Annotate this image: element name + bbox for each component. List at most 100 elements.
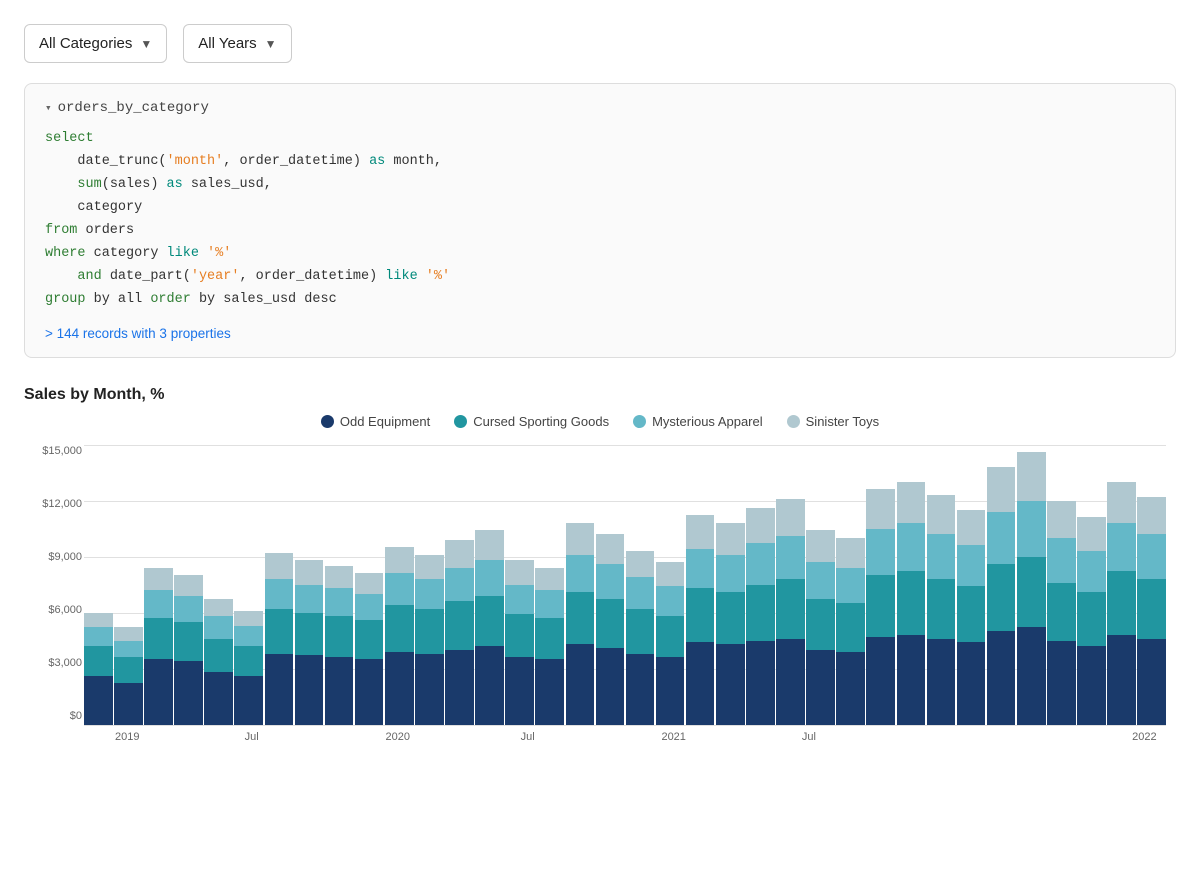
bar-stack <box>1137 445 1166 725</box>
bar-stack <box>84 445 113 725</box>
y-axis-label: $15,000 <box>24 445 82 457</box>
bar-group <box>204 445 233 725</box>
bar-group <box>987 445 1016 725</box>
legend-dot <box>633 415 646 428</box>
bar-group <box>566 445 595 725</box>
bar-segment <box>295 585 324 613</box>
bar-segment <box>174 596 203 622</box>
legend-label: Sinister Toys <box>806 414 879 429</box>
bar-stack <box>987 445 1016 725</box>
bar-segment <box>1137 497 1166 534</box>
legend-item: Cursed Sporting Goods <box>454 414 609 429</box>
bar-segment <box>144 590 173 618</box>
bar-segment <box>716 592 745 644</box>
bar-stack <box>234 445 263 725</box>
bar-stack <box>957 445 986 725</box>
bar-group <box>957 445 986 725</box>
bar-segment <box>84 646 113 676</box>
bar-group <box>445 445 474 725</box>
bar-segment <box>234 676 263 725</box>
bar-segment <box>866 489 895 528</box>
bar-group <box>686 445 715 725</box>
bar-segment <box>114 627 143 640</box>
bar-group <box>174 445 203 725</box>
bar-segment <box>265 553 294 579</box>
bar-segment <box>746 508 775 543</box>
years-filter[interactable]: All Years ▼ <box>183 24 291 63</box>
bar-segment <box>626 609 655 654</box>
legend-item: Sinister Toys <box>787 414 879 429</box>
x-axis-label: Jul <box>521 731 535 743</box>
bar-stack <box>1047 445 1076 725</box>
bar-stack <box>385 445 414 725</box>
bar-segment <box>897 635 926 725</box>
legend-dot <box>454 415 467 428</box>
bar-segment <box>385 573 414 605</box>
categories-chevron-icon: ▼ <box>140 37 152 51</box>
bar-segment <box>1077 646 1106 724</box>
bar-segment <box>746 585 775 641</box>
bar-segment <box>144 568 173 590</box>
bar-segment <box>716 523 745 555</box>
bar-segment <box>475 596 504 646</box>
legend-dot <box>321 415 334 428</box>
bar-segment <box>1107 635 1136 725</box>
bar-segment <box>927 495 956 534</box>
sql-card: ▾ orders_by_category select date_trunc('… <box>24 83 1176 358</box>
bar-stack <box>566 445 595 725</box>
bar-segment <box>325 616 354 657</box>
bar-segment <box>1077 517 1106 551</box>
bar-group <box>295 445 324 725</box>
bar-segment <box>927 579 956 639</box>
bar-group <box>114 445 143 725</box>
bar-segment <box>836 538 865 568</box>
y-axis-labels: $15,000$12,000$9,000$6,000$3,000$0 <box>24 445 82 725</box>
bar-segment <box>987 512 1016 564</box>
bar-group <box>656 445 685 725</box>
legend-item: Odd Equipment <box>321 414 430 429</box>
bar-segment <box>204 672 233 724</box>
bar-stack <box>355 445 384 725</box>
bar-stack <box>174 445 203 725</box>
bar-segment <box>385 605 414 652</box>
bar-segment <box>866 529 895 576</box>
bar-stack <box>656 445 685 725</box>
bar-stack <box>445 445 474 725</box>
bar-group <box>1077 445 1106 725</box>
y-axis-label: $3,000 <box>24 657 82 669</box>
bar-stack <box>776 445 805 725</box>
bar-segment <box>234 646 263 676</box>
bar-segment <box>114 683 143 724</box>
bar-segment <box>686 642 715 724</box>
bar-group <box>84 445 113 725</box>
chart-title: Sales by Month, % <box>24 386 1176 404</box>
bar-segment <box>445 568 474 602</box>
x-axis-label: Jul <box>245 731 259 743</box>
bar-stack <box>897 445 926 725</box>
legend-dot <box>787 415 800 428</box>
collapse-icon[interactable]: ▾ <box>45 101 52 115</box>
bar-segment <box>325 657 354 724</box>
bar-segment <box>114 641 143 658</box>
bar-segment <box>445 540 474 568</box>
chart-legend: Odd EquipmentCursed Sporting GoodsMyster… <box>24 414 1176 429</box>
bar-segment <box>957 510 986 545</box>
sql-code-block: select date_trunc('month', order_datetim… <box>45 128 1155 312</box>
bar-segment <box>596 648 625 725</box>
legend-label: Cursed Sporting Goods <box>473 414 609 429</box>
bar-segment <box>475 646 504 724</box>
bar-segment <box>1077 551 1106 592</box>
records-link[interactable]: > 144 records with 3 properties <box>45 326 1155 341</box>
years-label: All Years <box>198 35 256 52</box>
bar-segment <box>836 652 865 725</box>
bar-segment <box>987 467 1016 512</box>
bar-stack <box>1017 445 1046 725</box>
bar-segment <box>626 654 655 725</box>
bar-stack <box>866 445 895 725</box>
categories-filter[interactable]: All Categories ▼ <box>24 24 167 63</box>
bar-segment <box>174 575 203 596</box>
bar-segment <box>776 579 805 639</box>
bar-segment <box>144 618 173 659</box>
bar-group <box>415 445 444 725</box>
bar-stack <box>927 445 956 725</box>
